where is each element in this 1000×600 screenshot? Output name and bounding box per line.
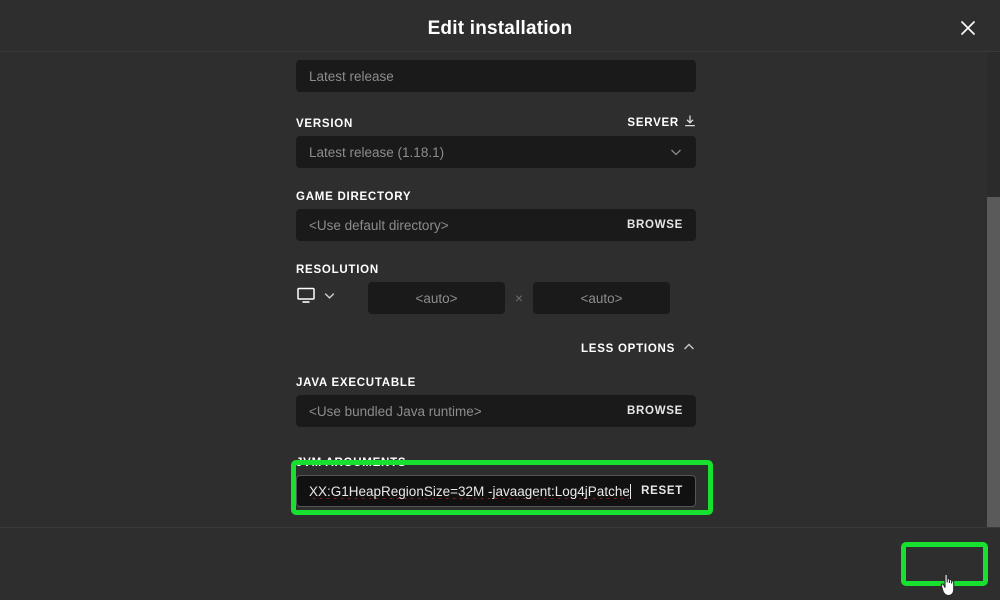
server-link-label: SERVER (627, 116, 679, 129)
java-executable-browse-button[interactable]: BROWSE (617, 405, 683, 417)
version-select[interactable]: Latest release (1.18.1) (296, 136, 696, 168)
dialog-scroll-body: NAME Latest release VERSION SERVER (0, 52, 1000, 527)
jvm-arguments-input[interactable]: XX:G1HeapRegionSize=32M -javaagent:Log4j… (296, 475, 696, 507)
vertical-scrollbar-thumb[interactable] (987, 197, 1000, 577)
jvm-arguments-reset-button[interactable]: RESET (631, 485, 683, 497)
chevron-down-icon (669, 145, 683, 159)
close-icon (958, 18, 978, 38)
edit-installation-dialog: Edit installation NAME Latest release VE… (0, 0, 1000, 600)
dialog-header: Edit installation (0, 0, 1000, 52)
resolution-label: RESOLUTION (296, 264, 379, 276)
resolution-height-input[interactable]: <auto> (533, 282, 670, 314)
game-directory-input[interactable]: <Use default directory> BROWSE (296, 209, 696, 241)
server-download-link[interactable]: SERVER (627, 115, 696, 130)
page-title: Edit installation (427, 18, 573, 39)
vertical-scrollbar-track[interactable] (987, 52, 1000, 577)
game-directory-label: GAME DIRECTORY (296, 191, 412, 203)
name-label: NAME (296, 52, 696, 54)
close-button[interactable] (950, 12, 986, 44)
resolution-width-value: <auto> (415, 290, 458, 306)
monitor-icon (296, 287, 316, 309)
chevron-down-icon (323, 289, 336, 307)
version-select-value: Latest release (1.18.1) (309, 144, 445, 160)
name-input-placeholder: Latest release (309, 68, 394, 84)
game-directory-browse-button[interactable]: BROWSE (617, 219, 683, 231)
options-toggle-row: LESS OPTIONS (296, 340, 696, 357)
resolution-separator: × (514, 290, 524, 306)
monitor-selector[interactable] (296, 287, 368, 309)
name-input[interactable]: Latest release (296, 60, 696, 92)
resolution-height-value: <auto> (580, 290, 623, 306)
download-icon (684, 115, 696, 130)
installation-form: NAME Latest release VERSION SERVER (296, 52, 696, 507)
version-label: VERSION (296, 118, 354, 130)
resolution-width-input[interactable]: <auto> (368, 282, 505, 314)
java-executable-input[interactable]: <Use bundled Java runtime> BROWSE (296, 395, 696, 427)
jvm-arguments-value: XX:G1HeapRegionSize=32M -javaagent:Log4j… (309, 483, 630, 499)
dialog-footer: Cancel Save (0, 527, 1000, 600)
game-directory-placeholder: <Use default directory> (309, 217, 449, 233)
chevron-up-icon (682, 340, 696, 357)
java-executable-placeholder: <Use bundled Java runtime> (309, 403, 482, 419)
less-options-toggle[interactable]: LESS OPTIONS (581, 340, 696, 357)
jvm-arguments-field: JVM ARGUMENTS XX:G1HeapRegionSize=32M -j… (296, 457, 696, 507)
resolution-row: <auto> × <auto> (296, 282, 696, 314)
jvm-arguments-label: JVM ARGUMENTS (296, 457, 407, 469)
java-executable-label: JAVA EXECUTABLE (296, 377, 417, 389)
version-label-row: VERSION SERVER (296, 115, 696, 130)
less-options-label: LESS OPTIONS (581, 342, 675, 355)
